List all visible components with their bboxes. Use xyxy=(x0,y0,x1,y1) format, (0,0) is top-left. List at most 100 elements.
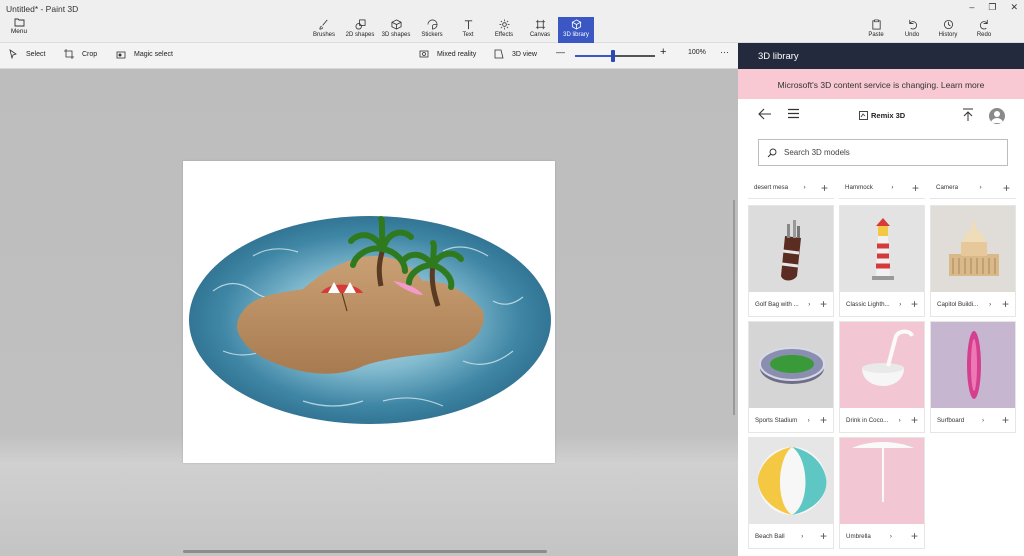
library-nav: Remix 3D xyxy=(738,99,1024,139)
island-scene xyxy=(189,216,551,424)
list-item[interactable]: Camera › + xyxy=(930,177,1016,199)
list-item[interactable]: Hammock › + xyxy=(839,177,925,199)
item-label: Beach Ball xyxy=(755,532,785,540)
tool-2d-shapes[interactable]: 2D shapes xyxy=(342,17,378,43)
window-title: Untitled* - Paint 3D xyxy=(6,4,79,14)
list-item[interactable]: desert mesa › + xyxy=(748,177,834,199)
undo-label: Undo xyxy=(904,32,920,38)
cursor-icon xyxy=(9,49,17,59)
paste-icon xyxy=(871,19,881,30)
tool-3d-library[interactable]: 3D library xyxy=(558,17,594,43)
tool-brushes[interactable]: Brushes xyxy=(306,17,342,43)
tool-label: Brushes xyxy=(312,32,335,38)
paste-button[interactable]: Paste xyxy=(858,17,894,38)
horizontal-scrollbar[interactable] xyxy=(183,550,547,553)
folder-icon xyxy=(14,18,24,27)
history-label: History xyxy=(938,32,958,38)
upload-icon[interactable] xyxy=(962,108,974,122)
menu-button[interactable]: Menu xyxy=(4,17,34,41)
model-card-capitol[interactable]: Capitol Buildi... › + xyxy=(930,205,1016,317)
tool-text[interactable]: Text xyxy=(450,17,486,43)
model-card-stadium[interactable]: Sports Stadium › + xyxy=(748,321,834,433)
2d-shapes-icon xyxy=(355,19,365,30)
zoom-slider[interactable] xyxy=(575,50,655,62)
model-card-lighthouse[interactable]: Classic Lighth... › + xyxy=(839,205,925,317)
add-icon[interactable]: + xyxy=(912,181,919,195)
drawing-canvas[interactable] xyxy=(183,161,555,463)
vertical-scrollbar[interactable] xyxy=(733,200,735,415)
undo-button[interactable]: Undo xyxy=(894,17,930,38)
service-banner: Microsoft's 3D content service is changi… xyxy=(738,69,1024,99)
add-icon[interactable]: + xyxy=(820,297,827,311)
select-button[interactable]: Select xyxy=(8,49,45,59)
add-icon[interactable]: + xyxy=(1003,181,1010,195)
search-input[interactable]: Search 3D models xyxy=(758,139,1008,166)
tool-stickers[interactable]: Stickers xyxy=(414,17,450,43)
add-icon[interactable]: + xyxy=(911,413,918,427)
zoom-out-button[interactable]: — xyxy=(556,47,565,57)
add-icon[interactable]: + xyxy=(820,529,827,543)
coconut-drink-thumbnail xyxy=(840,322,924,408)
back-arrow-icon[interactable] xyxy=(758,108,772,120)
avatar[interactable] xyxy=(989,108,1005,124)
model-card-umbrella[interactable]: Umbrella › + xyxy=(839,437,925,549)
effects-icon xyxy=(498,19,510,30)
capitol-thumbnail xyxy=(931,206,1015,292)
card-footer: Sports Stadium › + xyxy=(749,408,833,432)
close-button[interactable]: ✕ xyxy=(1010,2,1018,13)
mixed-reality-icon xyxy=(419,50,429,58)
umbrella-thumbnail xyxy=(840,438,924,524)
mixed-reality-button[interactable]: Mixed reality xyxy=(419,49,476,59)
3d-shapes-icon xyxy=(391,19,401,30)
crop-button[interactable]: Crop xyxy=(64,49,97,59)
card-footer: Golf Bag with ... › + xyxy=(749,292,833,316)
model-card-coconut-drink[interactable]: Drink in Coco... › + xyxy=(839,321,925,433)
chevron-right-icon: › xyxy=(803,184,806,191)
card-footer: Drink in Coco... › + xyxy=(840,408,924,432)
chevron-right-icon: › xyxy=(891,184,894,191)
card-footer: Beach Ball › + xyxy=(749,524,833,548)
chevron-right-icon: › xyxy=(807,416,810,424)
tool-label: 3D shapes xyxy=(381,32,411,38)
add-icon[interactable]: + xyxy=(911,529,918,543)
more-options-button[interactable]: ··· xyxy=(720,47,729,57)
add-icon[interactable]: + xyxy=(821,181,828,195)
item-label: Capitol Buildi... xyxy=(937,300,979,308)
model-card-golf-bag[interactable]: Golf Bag with ... › + xyxy=(748,205,834,317)
tool-label: 3D library xyxy=(563,32,589,38)
add-icon[interactable]: + xyxy=(820,413,827,427)
tool-label: Stickers xyxy=(421,32,443,38)
magic-select-icon xyxy=(116,51,126,59)
3d-view-button[interactable]: 3D view xyxy=(494,49,537,59)
model-card-beach-ball[interactable]: Beach Ball › + xyxy=(748,437,834,549)
select-label: Select xyxy=(26,50,46,58)
chevron-right-icon: › xyxy=(808,300,811,308)
history-button[interactable]: History xyxy=(930,17,966,38)
model-card-surfboard[interactable]: Surfboard › + xyxy=(930,321,1016,433)
add-icon[interactable]: + xyxy=(1002,297,1009,311)
item-label: Drink in Coco... xyxy=(846,416,889,424)
stickers-icon xyxy=(427,19,437,30)
add-icon[interactable]: + xyxy=(1002,413,1009,427)
mixed-reality-label: Mixed reality xyxy=(437,50,477,58)
stadium-thumbnail xyxy=(749,322,833,408)
zoom-slider-thumb[interactable] xyxy=(611,50,616,62)
minimize-button[interactable]: – xyxy=(969,2,974,13)
tool-effects[interactable]: Effects xyxy=(486,17,522,43)
maximize-button[interactable]: ❐ xyxy=(988,2,996,13)
hamburger-icon[interactable] xyxy=(787,108,800,119)
tool-canvas[interactable]: Canvas xyxy=(522,17,558,43)
item-label: Umbrella xyxy=(846,532,871,540)
surfboard-thumbnail xyxy=(931,322,1015,408)
zoom-in-button[interactable]: + xyxy=(660,46,666,58)
redo-button[interactable]: Redo xyxy=(966,17,1002,38)
item-label: Classic Lighth... xyxy=(846,300,890,308)
tool-3d-shapes[interactable]: 3D shapes xyxy=(378,17,414,43)
remix-3d-label: Remix 3D xyxy=(871,111,906,120)
learn-more-link[interactable]: Learn more xyxy=(941,80,984,90)
model-grid: desert mesa › + Hammock › + Camera › + G… xyxy=(748,177,1024,556)
banner-text: Microsoft's 3D content service is changi… xyxy=(777,80,939,90)
add-icon[interactable]: + xyxy=(911,297,918,311)
magic-select-button[interactable]: Magic select xyxy=(116,49,173,59)
paste-label: Paste xyxy=(868,32,884,38)
